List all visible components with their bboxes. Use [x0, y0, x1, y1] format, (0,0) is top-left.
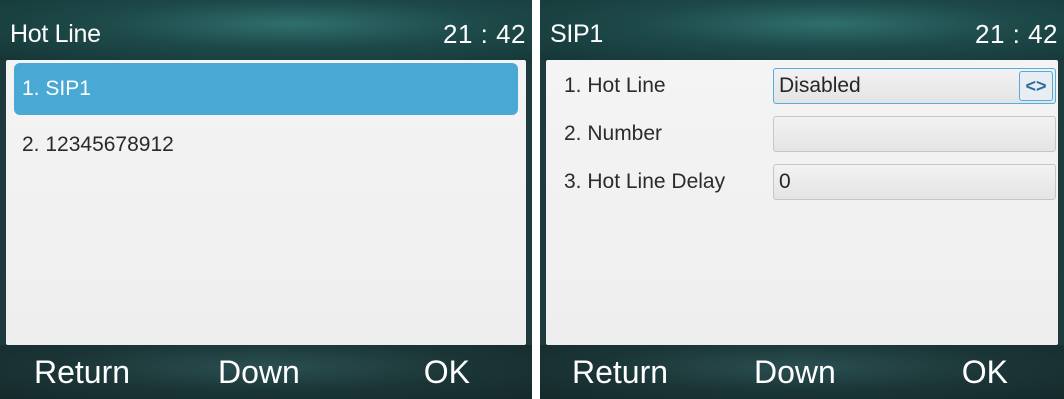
settings-form: 1. Hot Line Disabled <> 2. Number 3. Hot…	[546, 60, 1058, 345]
title-bar: Hot Line 21 : 42	[0, 0, 532, 60]
number-input[interactable]	[773, 116, 1056, 152]
hot-line-delay-row: 3. Hot Line Delay 0	[546, 160, 1058, 204]
down-softkey[interactable]: Down	[754, 354, 836, 391]
number-label: 2. Number	[564, 122, 663, 145]
screen-title: Hot Line	[10, 20, 101, 48]
down-softkey[interactable]: Down	[218, 354, 300, 391]
softkey-bar: Return Down OK	[0, 345, 532, 399]
hot-line-value: Disabled	[779, 74, 861, 97]
hot-line-screen: Hot Line 21 : 42 1. SIP1 2. 12345678912 …	[0, 0, 532, 399]
list-item-label: 2. 12345678912	[22, 133, 174, 156]
softkey-bar: Return Down OK	[540, 345, 1064, 399]
hot-line-label: 1. Hot Line	[564, 74, 666, 97]
hot-line-select[interactable]: Disabled <>	[773, 68, 1056, 104]
screen-title: SIP1	[550, 20, 603, 48]
account-list: 1. SIP1 2. 12345678912	[6, 60, 526, 345]
clock: 21 : 42	[974, 19, 1058, 49]
title-bar: SIP1 21 : 42	[540, 0, 1064, 60]
left-right-arrows-icon[interactable]: <>	[1019, 71, 1053, 101]
hot-line-delay-label: 3. Hot Line Delay	[564, 170, 726, 193]
hot-line-delay-value: 0	[779, 170, 791, 193]
number-row: 2. Number	[546, 112, 1058, 156]
return-softkey[interactable]: Return	[572, 354, 668, 391]
ok-softkey[interactable]: OK	[424, 354, 470, 391]
hot-line-delay-input[interactable]: 0	[773, 164, 1056, 200]
list-item-number[interactable]: 2. 12345678912	[14, 119, 518, 171]
clock: 21 : 42	[442, 19, 526, 49]
sip1-settings-screen: SIP1 21 : 42 1. Hot Line Disabled <> 2. …	[540, 0, 1064, 399]
hot-line-row: 1. Hot Line Disabled <>	[546, 64, 1058, 108]
list-item-label: 1. SIP1	[22, 77, 91, 100]
ok-softkey[interactable]: OK	[962, 354, 1008, 391]
return-softkey[interactable]: Return	[34, 354, 130, 391]
list-item-sip1[interactable]: 1. SIP1	[14, 63, 518, 115]
